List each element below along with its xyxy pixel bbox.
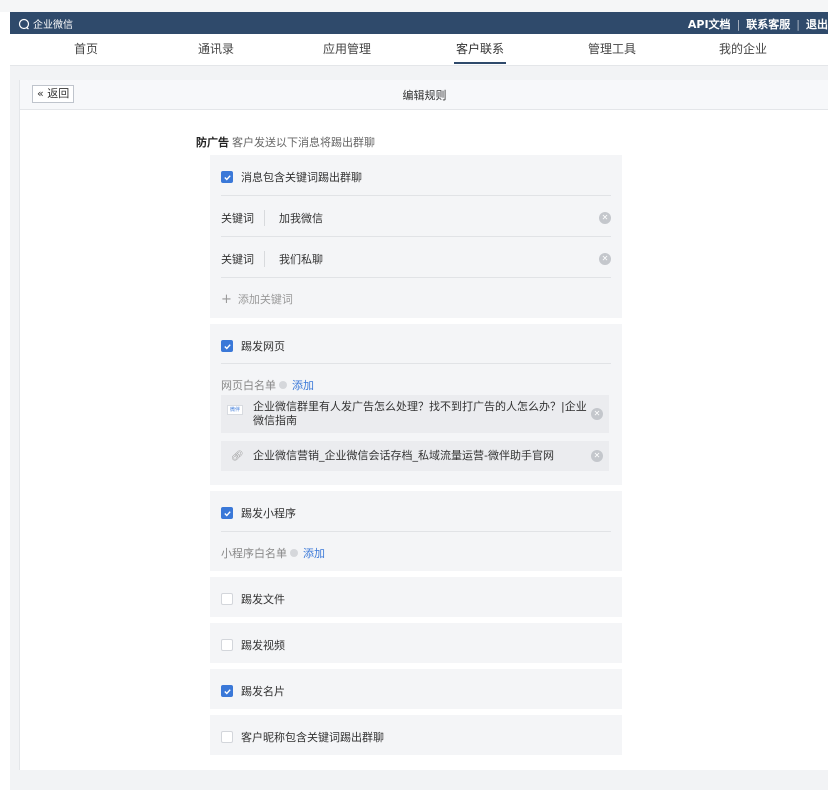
section-heading: 防广告: [196, 136, 229, 149]
checkbox-checked-icon[interactable]: [221, 507, 233, 519]
namecard-rule-card: 踢发名片: [210, 669, 622, 709]
top-links: API文档 | 联系客服 | 退出: [688, 16, 828, 32]
checkbox-unchecked-icon[interactable]: [221, 639, 233, 651]
add-webpage-link[interactable]: 添加: [292, 377, 314, 393]
whitelist-item[interactable]: 微伴 企业微信群里有人发广告怎么处理？找不到打广告的人怎么办？|企业微信指南 ✕: [221, 395, 609, 433]
add-miniprogram-link[interactable]: 添加: [303, 545, 325, 561]
miniprogram-rule-card: 踢发小程序 小程序白名单 添加: [210, 491, 622, 571]
section-title: 防广告 客户发送以下消息将踢出群聊: [196, 134, 375, 150]
divider: |: [796, 17, 800, 31]
divider: [221, 236, 611, 237]
keyword-value[interactable]: 加我微信: [279, 210, 323, 226]
checkbox-checked-icon[interactable]: [221, 685, 233, 697]
keyword-value[interactable]: 我们私聊: [279, 251, 323, 267]
browser-top-strip: [0, 0, 828, 12]
nav-item-home[interactable]: 首页: [46, 34, 126, 66]
keyword-rule-toggle[interactable]: 消息包含关键词踢出群聊: [221, 169, 611, 185]
nav-item-my-enterprise[interactable]: 我的企业: [703, 34, 783, 66]
checkbox-label: 踢发名片: [241, 685, 285, 698]
checkbox-unchecked-icon[interactable]: [221, 593, 233, 605]
logout-link[interactable]: 退出: [806, 16, 828, 32]
remove-keyword-icon[interactable]: ✕: [599, 212, 611, 224]
checkbox-checked-icon[interactable]: [221, 171, 233, 183]
whitelist-item-text: 企业微信群里有人发广告怎么处理？找不到打广告的人怎么办？|企业微信指南: [253, 400, 587, 427]
info-icon[interactable]: [290, 549, 298, 557]
page-thumb-icon: 微伴: [227, 405, 243, 415]
section-subtitle: 客户发送以下消息将踢出群聊: [232, 136, 375, 149]
top-bar: 企业微信 API文档 | 联系客服 | 退出: [10, 12, 828, 34]
miniprogram-whitelist-row: 小程序白名单 添加: [221, 545, 611, 561]
nav-item-contacts[interactable]: 通讯录: [176, 34, 256, 66]
nickname-rule-card: 客户昵称包含关键词踢出群聊: [210, 715, 622, 755]
file-rule-card: 踢发文件: [210, 577, 622, 617]
wecom-logo-icon: [18, 18, 30, 29]
nav-item-management-tools[interactable]: 管理工具: [572, 34, 652, 66]
add-keyword-button[interactable]: + 添加关键词: [221, 291, 611, 307]
whitelist-label: 小程序白名单: [221, 547, 287, 560]
divider: [221, 531, 611, 532]
whitelist-item[interactable]: 🔗︎ 企业微信营销_企业微信会话存档_私域流量运营-微伴助手官网 ✕: [221, 441, 609, 471]
link-icon: 🔗︎: [231, 451, 244, 462]
miniprogram-rule-toggle[interactable]: 踢发小程序: [221, 505, 611, 521]
api-docs-link[interactable]: API文档: [688, 16, 731, 32]
keyword-label: 关键词: [221, 251, 265, 267]
brand-name: 企业微信: [33, 20, 73, 31]
nickname-rule-toggle[interactable]: 客户昵称包含关键词踢出群聊: [221, 729, 611, 745]
video-rule-card: 踢发视频: [210, 623, 622, 663]
checkbox-checked-icon[interactable]: [221, 340, 233, 352]
nav-item-customer-contact[interactable]: 客户联系: [440, 34, 520, 66]
main-nav: 首页 通讯录 应用管理 客户联系 管理工具 我的企业: [10, 34, 828, 66]
checkbox-label: 踢发小程序: [241, 507, 296, 520]
panel-header: « 返回 编辑规则: [20, 80, 828, 110]
remove-item-icon[interactable]: ✕: [591, 408, 603, 420]
checkbox-label: 客户昵称包含关键词踢出群聊: [241, 731, 384, 744]
contact-support-link[interactable]: 联系客服: [746, 16, 790, 32]
divider: [221, 195, 611, 196]
file-rule-toggle[interactable]: 踢发文件: [221, 591, 611, 607]
whitelist-item-text: 企业微信营销_企业微信会话存档_私域流量运营-微伴助手官网: [253, 449, 554, 462]
divider: [221, 277, 611, 278]
remove-keyword-icon[interactable]: ✕: [599, 253, 611, 265]
webpage-rule-card: 踢发网页 网页白名单 添加 微伴 企业微信群里有人发广告怎么处理？找不到打广告的…: [210, 324, 622, 485]
video-rule-toggle[interactable]: 踢发视频: [221, 637, 611, 653]
keyword-row: 关键词 我们私聊 ✕: [221, 251, 611, 267]
checkbox-label: 踢发视频: [241, 639, 285, 652]
keyword-rule-card: 消息包含关键词踢出群聊 关键词 加我微信 ✕ 关键词 我们私聊 ✕ + 添加关键…: [210, 155, 622, 318]
keyword-row: 关键词 加我微信 ✕: [221, 210, 611, 226]
divider: [221, 363, 611, 364]
webpage-whitelist-row: 网页白名单 添加: [221, 377, 611, 393]
checkbox-label: 消息包含关键词踢出群聊: [241, 171, 362, 184]
whitelist-label: 网页白名单: [221, 379, 276, 392]
brand[interactable]: 企业微信: [18, 16, 73, 31]
add-keyword-label: 添加关键词: [237, 293, 293, 306]
keyword-label: 关键词: [221, 210, 265, 226]
checkbox-label: 踢发网页: [241, 340, 285, 353]
nav-item-app-management[interactable]: 应用管理: [307, 34, 387, 66]
checkbox-unchecked-icon[interactable]: [221, 731, 233, 743]
divider: |: [736, 17, 741, 31]
info-icon[interactable]: [279, 381, 287, 389]
page-title: 编辑规则: [402, 89, 447, 102]
plus-icon: +: [221, 291, 232, 307]
webpage-rule-toggle[interactable]: 踢发网页: [221, 338, 611, 354]
checkbox-label: 踢发文件: [241, 593, 285, 606]
namecard-rule-toggle[interactable]: 踢发名片: [221, 683, 611, 699]
remove-item-icon[interactable]: ✕: [591, 450, 603, 462]
